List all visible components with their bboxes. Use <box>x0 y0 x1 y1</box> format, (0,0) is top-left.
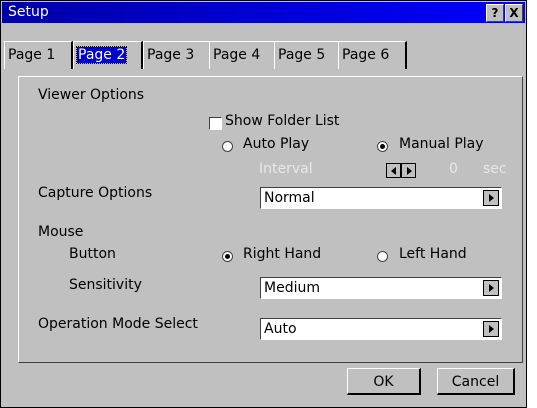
ok-button[interactable]: OK <box>347 368 421 395</box>
setup-dialog: Setup ? X Page 1 Page 2 Page 3 Page 4 Pa… <box>0 0 527 408</box>
operation-mode-value: Auto <box>264 321 297 337</box>
window-title: Setup <box>8 4 49 20</box>
interval-label: Interval <box>259 161 313 177</box>
interval-increase-button[interactable] <box>401 163 416 178</box>
sensitivity-select[interactable]: Medium <box>260 277 502 299</box>
right-hand-radio[interactable] <box>222 251 233 262</box>
sensitivity-value: Medium <box>264 280 320 296</box>
operation-mode-select[interactable]: Auto <box>260 318 502 340</box>
tab-page-4[interactable]: Page 4 <box>209 41 278 69</box>
auto-play-radio[interactable] <box>222 141 233 152</box>
mouse-heading: Mouse <box>38 224 84 240</box>
show-folder-list-label: Show Folder List <box>225 113 340 129</box>
interval-decrease-button[interactable] <box>386 163 401 178</box>
viewer-options-heading: Viewer Options <box>38 87 145 103</box>
tab-page-3[interactable]: Page 3 <box>143 41 212 69</box>
mouse-button-label: Button <box>69 246 116 262</box>
capture-options-select[interactable]: Normal <box>260 187 502 209</box>
sensitivity-label: Sensitivity <box>69 277 142 293</box>
left-hand-label: Left Hand <box>399 246 467 262</box>
help-button[interactable]: ? <box>486 4 504 22</box>
close-button[interactable]: X <box>505 4 523 22</box>
tab-page-6[interactable]: Page 6 <box>338 41 407 69</box>
left-hand-radio[interactable] <box>377 251 388 262</box>
show-folder-list-checkbox[interactable] <box>209 117 222 130</box>
manual-play-radio[interactable] <box>377 141 388 152</box>
radio-selected-dot <box>380 144 385 149</box>
capture-options-value: Normal <box>264 190 315 206</box>
interval-value: 0 <box>449 161 458 177</box>
arrow-left-icon <box>391 167 396 175</box>
tab-page-2[interactable]: Page 2 <box>73 41 143 69</box>
operation-mode-label: Operation Mode Select <box>38 316 198 332</box>
cancel-button[interactable]: Cancel <box>437 368 515 395</box>
title-bar: Setup ? X <box>2 2 525 23</box>
interval-unit: sec <box>483 161 507 177</box>
manual-play-label: Manual Play <box>399 136 484 152</box>
dropdown-arrow-icon <box>483 190 499 206</box>
arrow-right-icon <box>407 167 412 175</box>
auto-play-label: Auto Play <box>243 136 310 152</box>
tab-page-1[interactable]: Page 1 <box>4 41 73 69</box>
tab-page-5[interactable]: Page 5 <box>274 41 343 69</box>
dropdown-arrow-icon <box>483 280 499 296</box>
settings-panel: Viewer Options Show Folder List Auto Pla… <box>18 76 523 363</box>
dropdown-arrow-icon <box>483 321 499 337</box>
capture-options-label: Capture Options <box>38 185 153 201</box>
radio-selected-dot <box>225 254 230 259</box>
right-hand-label: Right Hand <box>243 246 322 262</box>
